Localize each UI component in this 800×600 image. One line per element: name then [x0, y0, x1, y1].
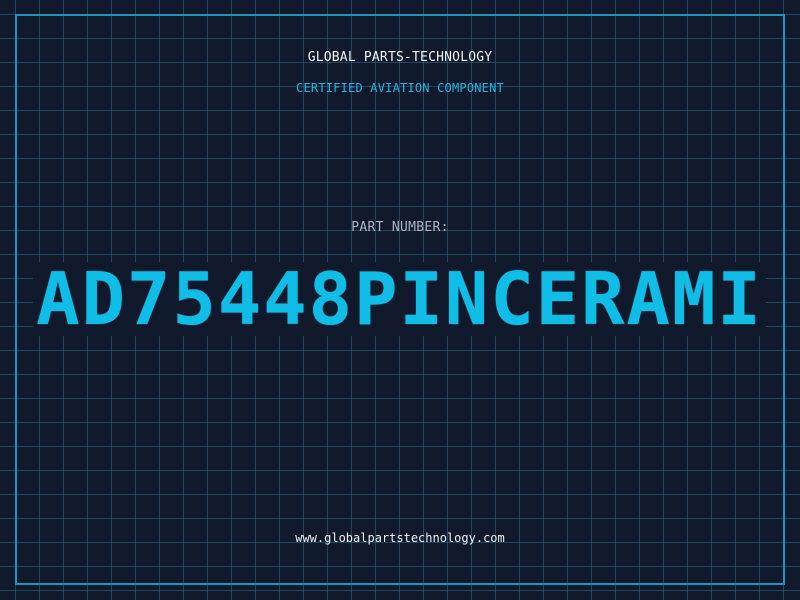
brand-title: GLOBAL PARTS-TECHNOLOGY — [307, 50, 493, 65]
part-number-value: AD75448PINCERAMI — [36, 257, 763, 341]
website-url: www.globalpartstechnology.com — [295, 531, 505, 545]
certification-subtitle: CERTIFIED AVIATION COMPONENT — [296, 81, 504, 95]
part-number-label: PART NUMBER: — [351, 220, 449, 235]
grid-background: GLOBAL PARTS-TECHNOLOGY CERTIFIED AVIATI… — [0, 0, 800, 600]
part-number-panel: AD75448PINCERAMI — [33, 262, 766, 336]
